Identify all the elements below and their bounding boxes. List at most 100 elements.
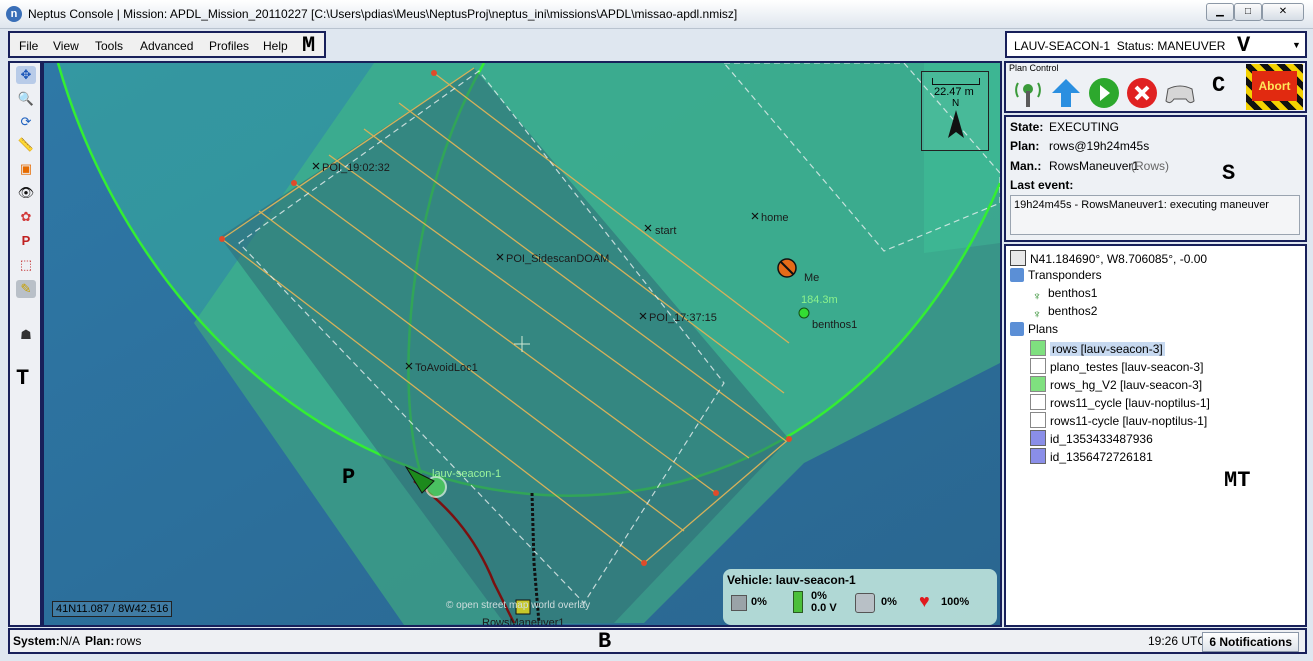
scale-north-box: 22.47 m N — [921, 71, 989, 151]
poi-label-2: POI_SidescanDOAM — [506, 253, 609, 265]
mission-tree-panel: N41.184690°, W8.706085°, -0.00 Transpond… — [1004, 244, 1307, 627]
home-label: home — [761, 212, 789, 224]
plan-file-icon — [1030, 340, 1046, 356]
scale-label: 22.47 m — [934, 86, 974, 98]
vehicle-selector-value: LAUV-SEACON-1 Status: MANEUVER — [1014, 39, 1226, 53]
menu-help[interactable]: Help — [263, 39, 288, 53]
teleoperation-gamepad-icon[interactable] — [1164, 77, 1196, 109]
plan-edit-icon[interactable]: P — [16, 232, 36, 250]
transponder-icon: ♆ — [1032, 307, 1042, 321]
maximize-icon[interactable]: □ — [1234, 3, 1262, 21]
state-value: EXECUTING — [1049, 120, 1120, 134]
vehicle-selector[interactable]: LAUV-SEACON-1 Status: MANEUVER V ▼ — [1005, 31, 1307, 58]
north-label: N — [952, 98, 960, 109]
tree-plan-item[interactable]: rows_hg_V2 [lauv-seacon-3] — [1030, 376, 1202, 392]
zoom-tool-icon[interactable]: 🔍 — [16, 90, 36, 108]
cpu-icon — [731, 595, 747, 611]
box-label-state: S — [1222, 161, 1236, 186]
box-label-control: C — [1212, 73, 1226, 98]
map-canvas[interactable]: POI_19:02:32 POI_SidescanDOAM POI_17:37:… — [44, 63, 1000, 625]
draw-tool-icon[interactable]: ✎ — [16, 280, 36, 298]
tree-home-row[interactable]: N41.184690°, W8.706085°, -0.00 — [1010, 250, 1207, 266]
menu-advanced[interactable]: Advanced — [140, 39, 193, 53]
start-plan-icon[interactable] — [1088, 77, 1120, 109]
chevron-down-icon[interactable]: ▼ — [1292, 40, 1301, 50]
plan-label: id_1353433487936 — [1050, 432, 1153, 446]
tree-plan-item[interactable]: rows [lauv-seacon-3] — [1030, 340, 1165, 356]
health-heart-icon: ♥ — [919, 591, 930, 611]
beacon-icon[interactable] — [1012, 77, 1044, 109]
storage-value: 0% — [881, 596, 897, 608]
plan-file-icon — [1030, 448, 1046, 464]
map-coordinates: 41N11.087 / 8W42.516 — [52, 601, 173, 617]
plan-file-icon — [1030, 358, 1046, 374]
system-value: N/A — [60, 634, 81, 648]
abort-button[interactable]: Abort — [1246, 64, 1303, 110]
tree-plan-item[interactable]: id_1353433487936 — [1030, 430, 1153, 446]
vehicle-label: lauv-seacon-1 — [432, 468, 501, 480]
scale-bar — [932, 78, 980, 85]
tree-transponder-item[interactable]: ♆ benthos1 — [1030, 286, 1098, 303]
menu-tools[interactable]: Tools — [95, 39, 123, 53]
maneuver-label-field: Man.: — [1010, 159, 1042, 173]
save-tool-icon[interactable]: ▣ — [16, 160, 36, 178]
folder-open-icon — [1010, 322, 1024, 336]
last-event-value: 19h24m45s - RowsManeuver1: executing man… — [1010, 195, 1300, 235]
eye-icon[interactable]: 👁 — [16, 184, 36, 202]
menu-view[interactable]: View — [53, 39, 79, 53]
send-plan-arrow-icon[interactable] — [1050, 77, 1082, 109]
plan-label: rows11_cycle [lauv-noptilus-1] — [1050, 396, 1210, 410]
tree-plan-item[interactable]: id_1356472726181 — [1030, 448, 1153, 464]
tree-plans-row[interactable]: Plans — [1010, 322, 1058, 336]
me-label: Me — [804, 272, 819, 284]
stop-plan-icon[interactable] — [1126, 77, 1158, 109]
last-event-label: Last event: — [1010, 178, 1074, 192]
layers-tool-icon[interactable]: ✿ — [16, 208, 36, 226]
tree-plan-item[interactable]: plano_testes [lauv-seacon-3] — [1030, 358, 1203, 374]
plan-label: plano_testes [lauv-seacon-3] — [1050, 360, 1204, 374]
tree-transponders-row[interactable]: Transponders — [1010, 268, 1102, 282]
close-icon[interactable]: ✕ — [1262, 3, 1304, 21]
tree-transponder-item[interactable]: ♆ benthos2 — [1030, 304, 1098, 321]
avoid-label: ToAvoidLoc1 — [415, 362, 478, 374]
selection-tool-icon[interactable]: ⬚ — [16, 256, 36, 274]
rotate-tool-icon[interactable]: ⟳ — [16, 113, 36, 131]
plans-label: Plans — [1028, 322, 1059, 336]
plan-file-icon — [1030, 430, 1046, 446]
plan-file-icon — [1030, 412, 1046, 428]
camera-tool-icon[interactable]: ☗ — [16, 326, 36, 344]
vehicle-info-panel: Vehicle: lauv-seacon-1 0% 0% 0.0 V 0% ♥ … — [723, 569, 997, 625]
notifications-button[interactable]: 6 Notifications — [1202, 632, 1299, 652]
maneuver-type: (Rows) — [1131, 159, 1169, 173]
system-label: System: — [13, 634, 60, 648]
plan-file-icon — [1030, 394, 1046, 410]
vehicle-info-title: Vehicle: lauv-seacon-1 — [727, 573, 856, 587]
box-label-vehicle: V — [1237, 33, 1251, 58]
transponder-label: benthos2 — [1048, 304, 1098, 318]
ruler-tool-icon[interactable]: 📏 — [16, 136, 36, 154]
health-value: 100% — [941, 596, 970, 608]
utc-time: 19:26 UTC — [1148, 634, 1207, 648]
menu-profiles[interactable]: Profiles — [209, 39, 249, 53]
status-plan-label: Plan: — [85, 634, 115, 648]
box-label-bottom: B — [598, 629, 612, 654]
box-label-map: P — [342, 465, 356, 490]
map-attribution: © open street map world overlay — [446, 600, 590, 611]
plan-label: rows [lauv-seacon-3] — [1050, 342, 1165, 356]
minimize-icon[interactable]: ▁ — [1206, 3, 1234, 21]
tree-plan-item[interactable]: rows11-cycle [lauv-noptilus-1] — [1030, 412, 1207, 428]
tree-plan-item[interactable]: rows11_cycle [lauv-noptilus-1] — [1030, 394, 1210, 410]
box-label-menu: M — [302, 33, 316, 58]
map-panel[interactable]: POI_19:02:32 POI_SidescanDOAM POI_17:37:… — [42, 61, 1002, 627]
plan-value: rows@19h24m45s — [1049, 139, 1150, 153]
left-toolbar: ✥ 🔍 ⟳ 📏 ▣ 👁 ✿ P ⬚ ✎ ☗ T — [8, 61, 42, 627]
menu-file[interactable]: File — [19, 39, 38, 53]
abort-button-label: Abort — [1252, 71, 1297, 101]
benthos-label: benthos1 — [812, 319, 857, 331]
benthos-marker-icon — [798, 307, 810, 319]
pan-tool-icon[interactable]: ✥ — [16, 66, 36, 84]
title-bar: n Neptus Console | Mission: APDL_Mission… — [0, 0, 1313, 29]
plan-file-icon — [1030, 376, 1046, 392]
plan-label: id_1356472726181 — [1050, 450, 1153, 464]
poi-label-1: POI_19:02:32 — [322, 162, 390, 174]
